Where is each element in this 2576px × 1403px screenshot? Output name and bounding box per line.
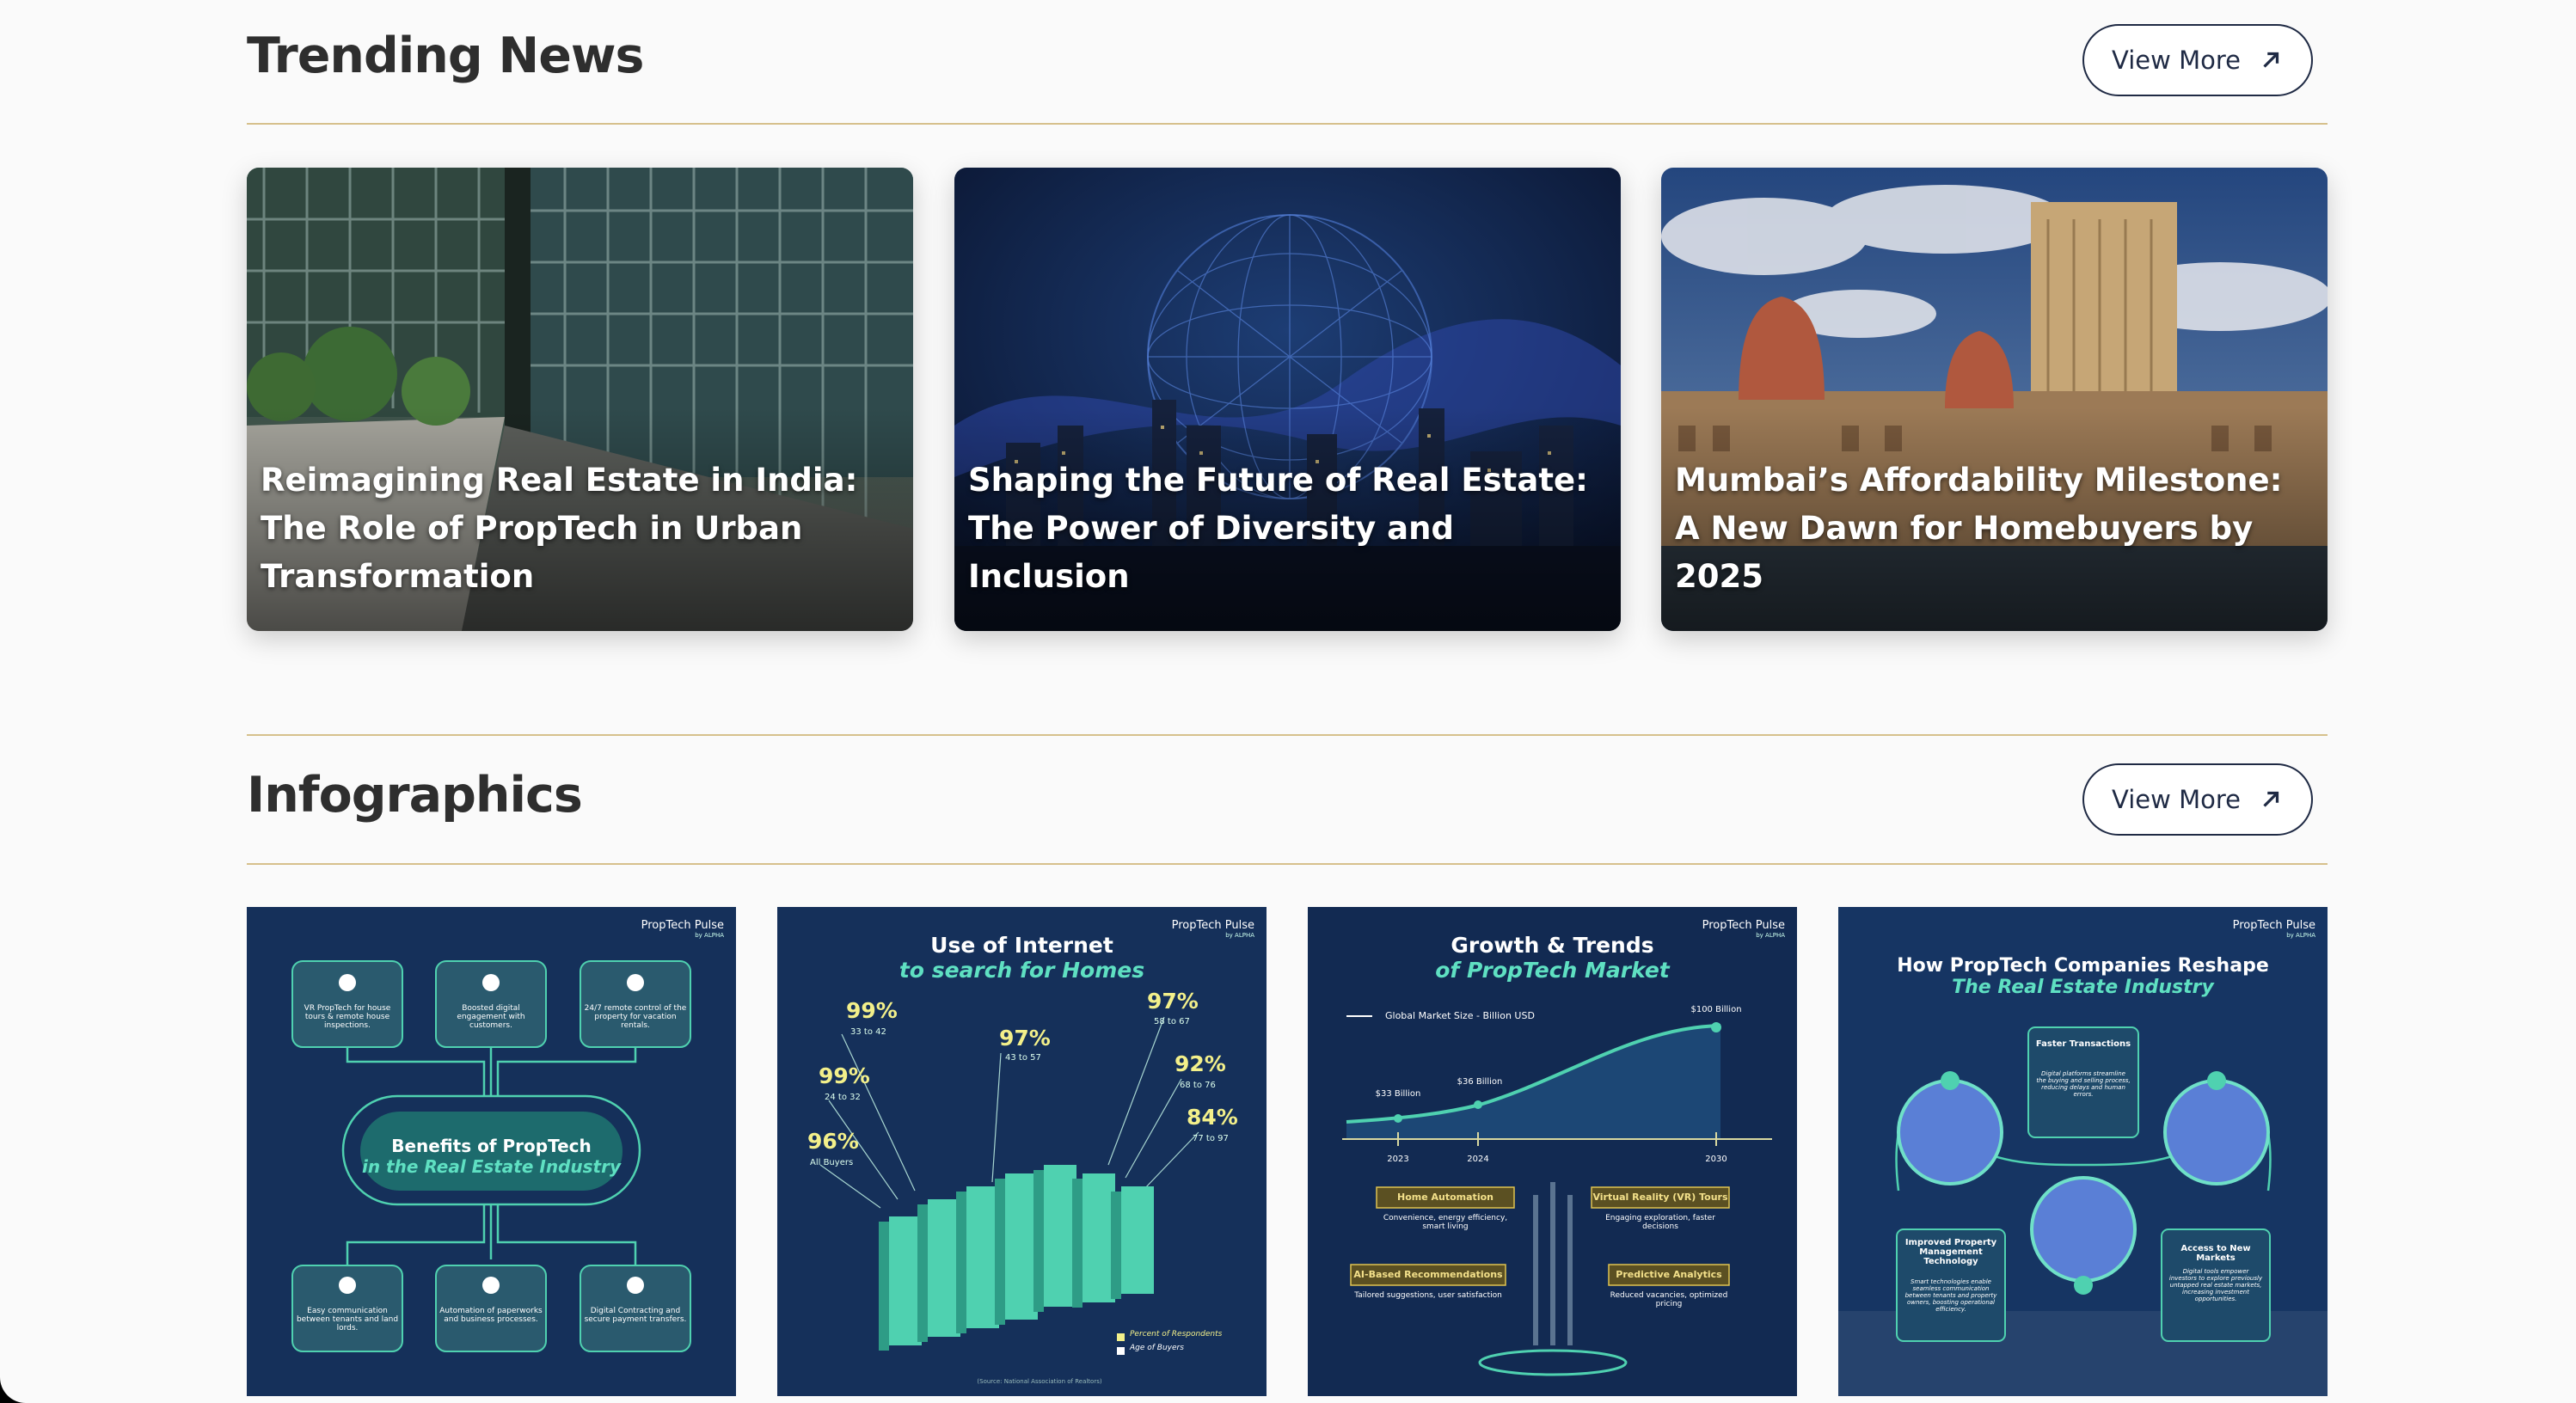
title-main: Growth & Trends — [1451, 933, 1654, 958]
stat-percent: 97% — [999, 1026, 1051, 1051]
arrow-up-right-icon — [2263, 52, 2279, 68]
title-main: Benefits of PropTech — [391, 1136, 592, 1156]
stat-percent: 99% — [846, 998, 898, 1023]
benefit-text: VR PropTech for house tours & remote hou… — [304, 1004, 391, 1030]
reshape-box-desc: Digital tools empower investors to explo… — [2168, 1268, 2263, 1302]
view-more-label: View More — [2112, 46, 2241, 75]
trending-view-more-button[interactable]: View More — [2082, 24, 2313, 96]
infographic-title: Use of Internet to search for Homes — [777, 933, 1267, 983]
trend-name: Virtual Reality (VR) Tours — [1592, 1192, 1728, 1203]
stat-range: 68 to 76 — [1180, 1081, 1216, 1090]
infographic-card-internet-use[interactable]: PropTech Pulse by ALPHA Use of Internet to… — [777, 907, 1267, 1396]
brand-sub: by ALPHA — [695, 932, 724, 939]
title-sub: in the Real Estate Industry — [362, 1156, 621, 1177]
legend-item: Age of Buyers — [1130, 1344, 1184, 1352]
brand-name: PropTech Pulse — [641, 919, 724, 932]
reshape-box-title: Improved Property Management Technology — [1904, 1238, 1997, 1266]
brand-label: PropTech Pulse by ALPHA — [2233, 919, 2315, 939]
reshape-box-title: Faster Transactions — [2035, 1039, 2131, 1049]
stat-percent: 97% — [1147, 989, 1199, 1014]
chart-legend: Global Market Size - Billion USD — [1385, 1010, 1535, 1021]
infographic-title: Benefits of PropTech in the Real Estate I… — [247, 1136, 736, 1177]
stat-range: 58 to 67 — [1154, 1017, 1190, 1026]
stat-percent: 96% — [807, 1129, 859, 1154]
benefit-text: Digital Contracting and secure payment t… — [584, 1307, 687, 1324]
brand-name: PropTech Pulse — [1702, 919, 1785, 932]
title-main: Use of Internet — [930, 933, 1113, 958]
trend-name: Home Automation — [1397, 1192, 1493, 1203]
benefit-text: 24/7 remote control of the property for … — [584, 1004, 687, 1030]
reshape-box-title: Access to New Markets — [2180, 1244, 2251, 1263]
benefit-text: Automation of paperworks and business pr… — [439, 1307, 543, 1324]
year-label: 2023 — [1387, 1155, 1409, 1164]
news-card-title: Mumbai’s Affordability Milestone: A New … — [1675, 462, 2283, 595]
trend-desc: Tailored suggestions, user satisfaction — [1354, 1291, 1502, 1300]
trend-desc: Reduced vacancies, optimized pricing — [1610, 1291, 1728, 1308]
infographic-card-growth[interactable]: PropTech Pulse by ALPHA Growth & Trends of… — [1308, 907, 1797, 1396]
infographics-view-more-button[interactable]: View More — [2082, 763, 2313, 836]
year-label: 2030 — [1705, 1155, 1727, 1164]
reshape-box-desc: Digital platforms streamline the buying … — [2036, 1070, 2131, 1098]
news-card[interactable]: Reimagining Real Estate in India: The Ro… — [247, 168, 913, 631]
stat-range: All Buyers — [810, 1158, 854, 1167]
title-sub: to search for Homes — [899, 958, 1145, 983]
reshape-box-desc: Smart technologies enable seamless commu… — [1904, 1278, 1997, 1313]
divider — [247, 123, 2328, 125]
stat-percent: 84% — [1187, 1105, 1238, 1130]
stat-range: 33 to 42 — [850, 1027, 886, 1037]
legend-item: Percent of Respondents — [1130, 1330, 1223, 1339]
view-more-label: View More — [2112, 785, 2241, 814]
point-label: $33 Billion — [1375, 1089, 1421, 1099]
stat-range: 43 to 57 — [1005, 1053, 1041, 1063]
benefit-text: Boosted digital engagement with customer… — [457, 1004, 525, 1030]
stat-range: 24 to 32 — [825, 1093, 861, 1102]
stat-range: 77 to 97 — [1193, 1134, 1229, 1143]
infographics-heading: Infographics — [247, 767, 583, 824]
trending-news-heading: Trending News — [247, 28, 644, 84]
point-label: $100 Billion — [1690, 1005, 1742, 1014]
infographic-title: How PropTech Companies Reshape The Real E… — [1838, 955, 2328, 998]
brand-label: PropTech Pulse by ALPHA — [641, 919, 724, 939]
brand-sub: by ALPHA — [2286, 932, 2315, 939]
news-card[interactable]: Shaping the Future of Real Estate: The P… — [954, 168, 1621, 631]
trend-desc: Engaging exploration, faster decisions — [1605, 1214, 1715, 1231]
trend-name: Predictive Analytics — [1616, 1269, 1722, 1280]
stat-percent: 99% — [819, 1063, 870, 1088]
arrow-up-right-icon — [2263, 791, 2279, 807]
infographic-card-reshape[interactable]: PropTech Pulse by ALPHA How PropTech Comp… — [1838, 907, 2328, 1396]
news-card[interactable]: Mumbai’s Affordability Milestone: A New … — [1661, 168, 2328, 631]
brand-name: PropTech Pulse — [1171, 919, 1254, 932]
divider — [247, 734, 2328, 736]
infographic-title: Growth & Trends of PropTech Market — [1308, 933, 1797, 983]
point-label: $36 Billion — [1457, 1077, 1503, 1087]
title-sub: The Real Estate Industry — [1952, 977, 2214, 998]
news-card-title: Shaping the Future of Real Estate: The P… — [968, 462, 1588, 595]
source-note: (Source: National Association of Realtor… — [977, 1378, 1102, 1385]
title-sub: of PropTech Market — [1435, 958, 1670, 983]
news-card-title: Reimagining Real Estate in India: The Ro… — [261, 462, 858, 595]
trend-name: AI-Based Recommendations — [1353, 1269, 1503, 1280]
stat-percent: 92% — [1175, 1051, 1226, 1076]
year-label: 2024 — [1467, 1155, 1489, 1164]
brand-name: PropTech Pulse — [2232, 919, 2315, 932]
page: Trending News View More Reimagining Real… — [0, 0, 2576, 1403]
title-main: How PropTech Companies Reshape — [1897, 955, 2269, 977]
infographic-card-benefits[interactable]: PropTech Pulse by ALPHA Benefits of PropT… — [247, 907, 736, 1396]
benefit-text: Easy communication between tenants and l… — [296, 1307, 399, 1333]
trend-desc: Convenience, energy efficiency, smart li… — [1383, 1214, 1508, 1231]
divider — [247, 863, 2328, 865]
